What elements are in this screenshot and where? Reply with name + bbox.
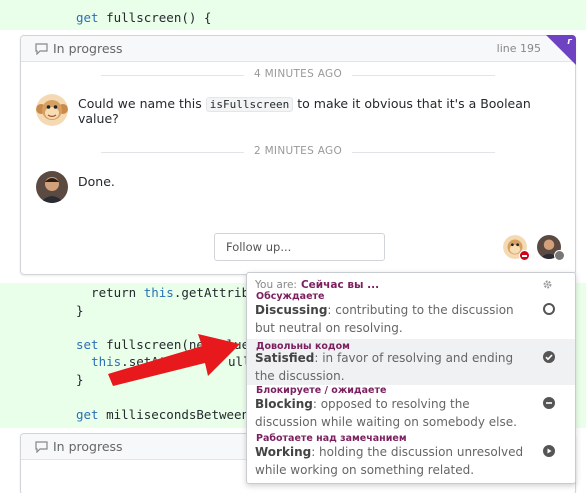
discussion-thread: In progress line 195 г 4 MINUTES AGO Cou… bbox=[20, 35, 576, 275]
avatar-user[interactable] bbox=[36, 171, 68, 203]
thread-header: In progress line 195 г bbox=[21, 35, 576, 65]
status-option-satisfied[interactable]: Довольны кодом Satisfied: in favor of re… bbox=[247, 339, 575, 385]
code-line: return this.getAttribut bbox=[76, 285, 265, 300]
code-line: get fullscreen() { bbox=[76, 10, 212, 25]
chat-bubble-icon bbox=[35, 440, 48, 453]
option-text: Working: holding the discussion unresolv… bbox=[255, 445, 524, 477]
code-diff-top: get fullscreen() { bbox=[0, 0, 586, 30]
person-avatar-icon bbox=[36, 171, 68, 203]
play-circle-icon bbox=[543, 445, 555, 457]
empty-circle-icon bbox=[543, 303, 555, 315]
status-option-discussing[interactable]: Обсуждаете Discussing: contributing to t… bbox=[247, 291, 575, 339]
code-line: } bbox=[76, 303, 84, 318]
option-text: Discussing: contributing to the discussi… bbox=[255, 303, 514, 335]
status-option-working[interactable]: Работаете над замечанием Working: holdin… bbox=[247, 433, 575, 483]
you-are-ru-label: Сейчас вы ... bbox=[300, 279, 380, 291]
thread-status-label: In progress bbox=[53, 439, 123, 454]
comment-text: Done. bbox=[78, 174, 115, 189]
code-line: } bbox=[76, 372, 84, 387]
timestamp: 4 MINUTES AGO bbox=[21, 68, 575, 80]
thread-status[interactable]: In progress bbox=[35, 439, 123, 454]
code-line: get millisecondsBetweenMo bbox=[76, 407, 265, 422]
status-badge-icon bbox=[554, 250, 565, 261]
check-circle-icon bbox=[543, 351, 555, 363]
status-option-blocking[interactable]: Блокируете / ожидаете Blocking: opposed … bbox=[247, 385, 575, 435]
corner-label: г bbox=[567, 37, 572, 47]
timestamp: 2 MINUTES AGO bbox=[21, 145, 575, 157]
minus-circle-icon bbox=[543, 397, 555, 409]
you-are-label: You are: Сейчас вы ... bbox=[255, 279, 380, 291]
inline-code: isFullscreen bbox=[205, 97, 294, 112]
review-status-popup: You are: Сейчас вы ... Обсуждаете Discuss… bbox=[246, 272, 576, 484]
comment-text: Could we name this isFullscreen to make … bbox=[78, 96, 531, 126]
annotation-arrow bbox=[108, 334, 240, 386]
follow-up-input[interactable]: Follow up... bbox=[214, 233, 385, 261]
thread-status[interactable]: In progress bbox=[35, 41, 123, 56]
option-text: Blocking: opposed to resolving the discu… bbox=[255, 397, 517, 429]
gear-icon[interactable] bbox=[542, 279, 553, 290]
avatar-monkey[interactable] bbox=[36, 94, 68, 126]
thread-status-label: In progress bbox=[53, 41, 123, 56]
monkey-avatar-icon bbox=[36, 94, 68, 126]
blocking-badge-icon bbox=[519, 250, 530, 261]
line-reference-link[interactable]: line 195 bbox=[497, 42, 541, 55]
chat-bubble-icon bbox=[35, 42, 48, 55]
option-text: Satisfied: in favor of resolving and end… bbox=[255, 351, 514, 383]
